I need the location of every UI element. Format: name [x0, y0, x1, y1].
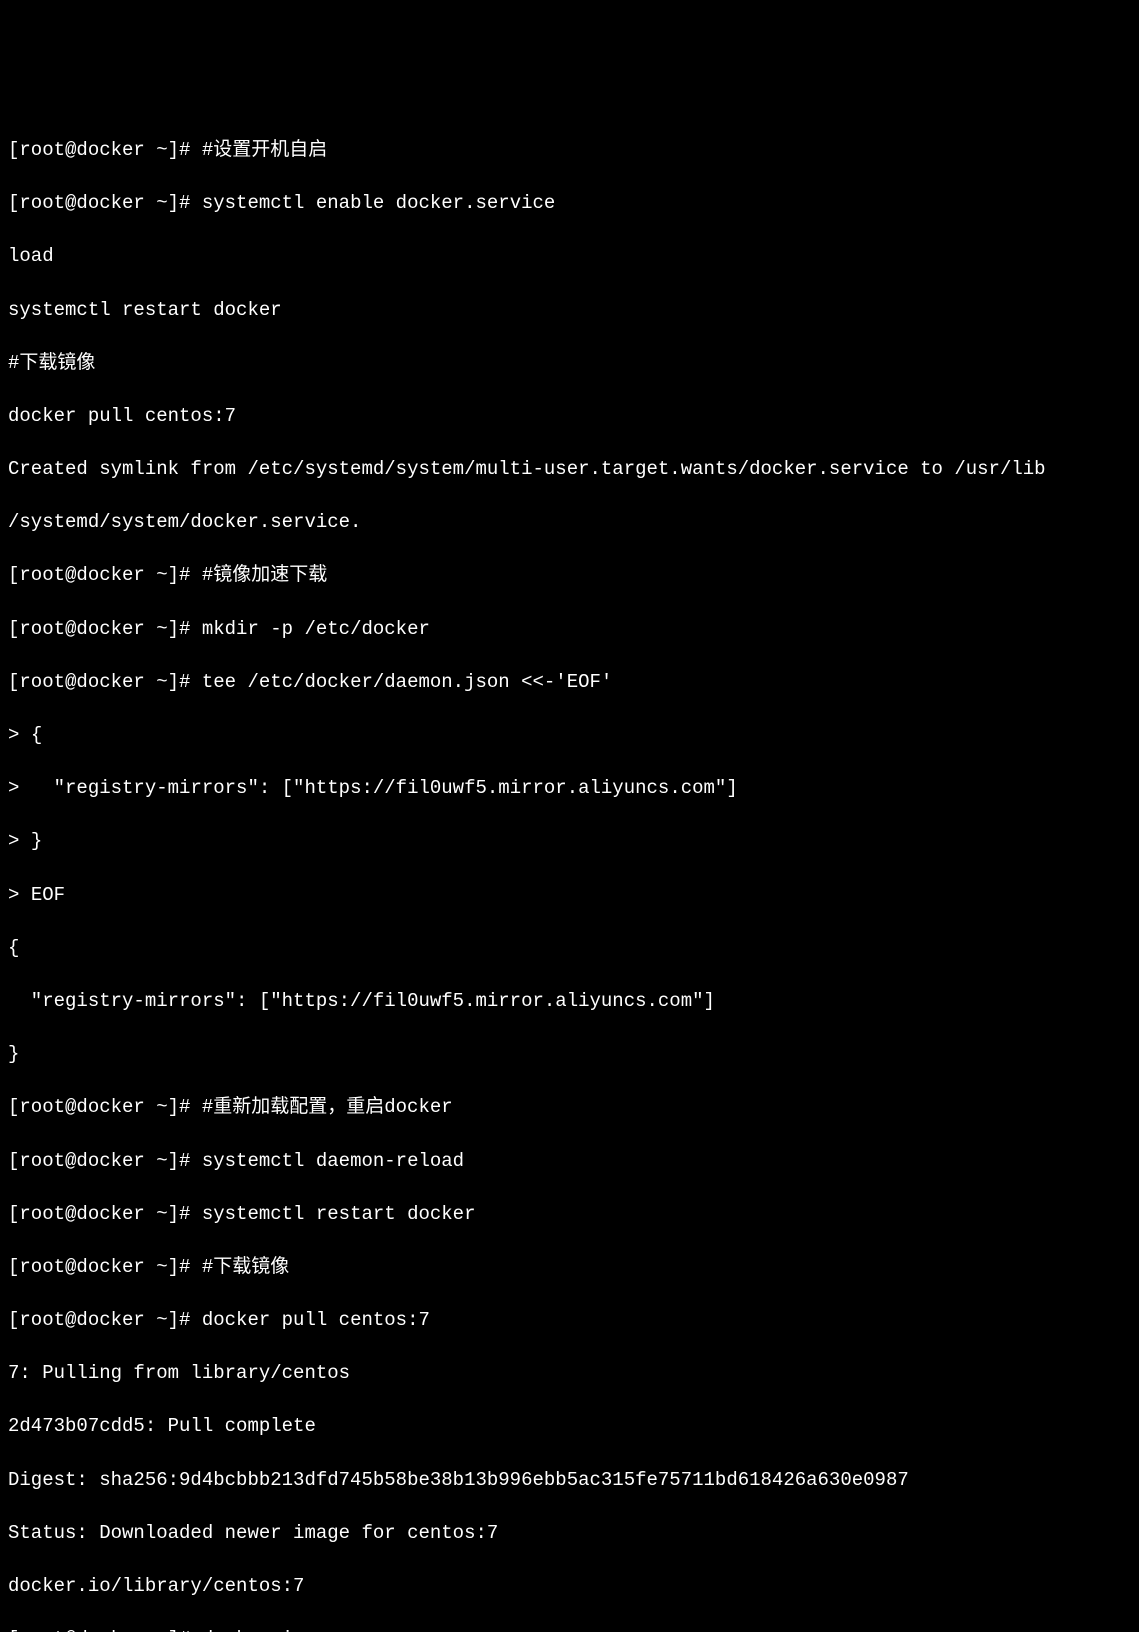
terminal-line: > EOF	[8, 882, 1131, 909]
output: }	[8, 1043, 19, 1065]
prompt: [root@docker ~]#	[8, 192, 202, 214]
output: systemctl restart docker	[8, 299, 282, 321]
terminal-line: Status: Downloaded newer image for cento…	[8, 1520, 1131, 1547]
terminal-line: > }	[8, 828, 1131, 855]
terminal-line: [root@docker ~]# #下载镜像	[8, 1254, 1131, 1281]
prompt: [root@docker ~]#	[8, 1309, 202, 1331]
terminal-line: [root@docker ~]# mkdir -p /etc/docker	[8, 616, 1131, 643]
heredoc-input: }	[31, 830, 42, 852]
command: docker pull centos:7	[202, 1309, 430, 1331]
terminal-line: > {	[8, 722, 1131, 749]
terminal-line: [root@docker ~]# docker pull centos:7	[8, 1307, 1131, 1334]
output: Digest: sha256:9d4bcbbb213dfd745b58be38b…	[8, 1469, 909, 1491]
output: /systemd/system/docker.service.	[8, 511, 361, 533]
terminal-line: [root@docker ~]# systemctl daemon-reload	[8, 1148, 1131, 1175]
output: docker.io/library/centos:7	[8, 1575, 304, 1597]
output: Status: Downloaded newer image for cento…	[8, 1522, 498, 1544]
terminal-line: docker pull centos:7	[8, 403, 1131, 430]
terminal-line: /systemd/system/docker.service.	[8, 509, 1131, 536]
terminal-line: [root@docker ~]# tee /etc/docker/daemon.…	[8, 669, 1131, 696]
prompt: [root@docker ~]#	[8, 139, 202, 161]
heredoc-input: "registry-mirrors": ["https://fil0uwf5.m…	[31, 777, 738, 799]
terminal-line: systemctl restart docker	[8, 297, 1131, 324]
output: docker pull centos:7	[8, 405, 236, 427]
prompt: [root@docker ~]#	[8, 564, 202, 586]
terminal-line: [root@docker ~]# #设置开机自启	[8, 137, 1131, 164]
prompt: [root@docker ~]#	[8, 1628, 202, 1632]
terminal-line: 2d473b07cdd5: Pull complete	[8, 1413, 1131, 1440]
heredoc-input: EOF	[31, 884, 65, 906]
prompt: [root@docker ~]#	[8, 1150, 202, 1172]
terminal-line: Created symlink from /etc/systemd/system…	[8, 456, 1131, 483]
output: 2d473b07cdd5: Pull complete	[8, 1415, 316, 1437]
terminal-line: [root@docker ~]# #镜像加速下载	[8, 562, 1131, 589]
terminal-line: }	[8, 1041, 1131, 1068]
output: Created symlink from /etc/systemd/system…	[8, 458, 1046, 480]
prompt: [root@docker ~]#	[8, 1256, 202, 1278]
command: systemctl enable docker.service	[202, 192, 555, 214]
prompt: [root@docker ~]#	[8, 1203, 202, 1225]
output: #下载镜像	[8, 352, 95, 374]
command: #镜像加速下载	[202, 564, 327, 586]
prompt: [root@docker ~]#	[8, 618, 202, 640]
command: #重新加载配置，重启docker	[202, 1096, 453, 1118]
output: 7: Pulling from library/centos	[8, 1362, 350, 1384]
terminal-line: [root@docker ~]# systemctl restart docke…	[8, 1201, 1131, 1228]
terminal-line: "registry-mirrors": ["https://fil0uwf5.m…	[8, 988, 1131, 1015]
output: {	[8, 937, 19, 959]
command: tee /etc/docker/daemon.json <<-'EOF'	[202, 671, 612, 693]
cont-prompt: >	[8, 830, 31, 852]
cont-prompt: >	[8, 724, 31, 746]
cont-prompt: >	[8, 884, 31, 906]
command: #设置开机自启	[202, 139, 327, 161]
terminal-line: > "registry-mirrors": ["https://fil0uwf5…	[8, 775, 1131, 802]
command: #下载镜像	[202, 1256, 289, 1278]
terminal-line: #下载镜像	[8, 350, 1131, 377]
cont-prompt: >	[8, 777, 31, 799]
prompt: [root@docker ~]#	[8, 1096, 202, 1118]
command: systemctl daemon-reload	[202, 1150, 464, 1172]
terminal-line: Digest: sha256:9d4bcbbb213dfd745b58be38b…	[8, 1467, 1131, 1494]
prompt: [root@docker ~]#	[8, 671, 202, 693]
terminal-line: [root@docker ~]# docker images	[8, 1626, 1131, 1632]
terminal-line: 7: Pulling from library/centos	[8, 1360, 1131, 1387]
output: "registry-mirrors": ["https://fil0uwf5.m…	[8, 990, 715, 1012]
output: load	[8, 245, 54, 267]
command: systemctl restart docker	[202, 1203, 476, 1225]
terminal-line: docker.io/library/centos:7	[8, 1573, 1131, 1600]
terminal-line: {	[8, 935, 1131, 962]
terminal-line: load	[8, 243, 1131, 270]
heredoc-input: {	[31, 724, 42, 746]
terminal-line: [root@docker ~]# #重新加载配置，重启docker	[8, 1094, 1131, 1121]
terminal-line: [root@docker ~]# systemctl enable docker…	[8, 190, 1131, 217]
terminal-output[interactable]: [root@docker ~]# #设置开机自启 [root@docker ~]…	[8, 110, 1131, 1632]
command: docker images	[202, 1628, 350, 1632]
command: mkdir -p /etc/docker	[202, 618, 430, 640]
